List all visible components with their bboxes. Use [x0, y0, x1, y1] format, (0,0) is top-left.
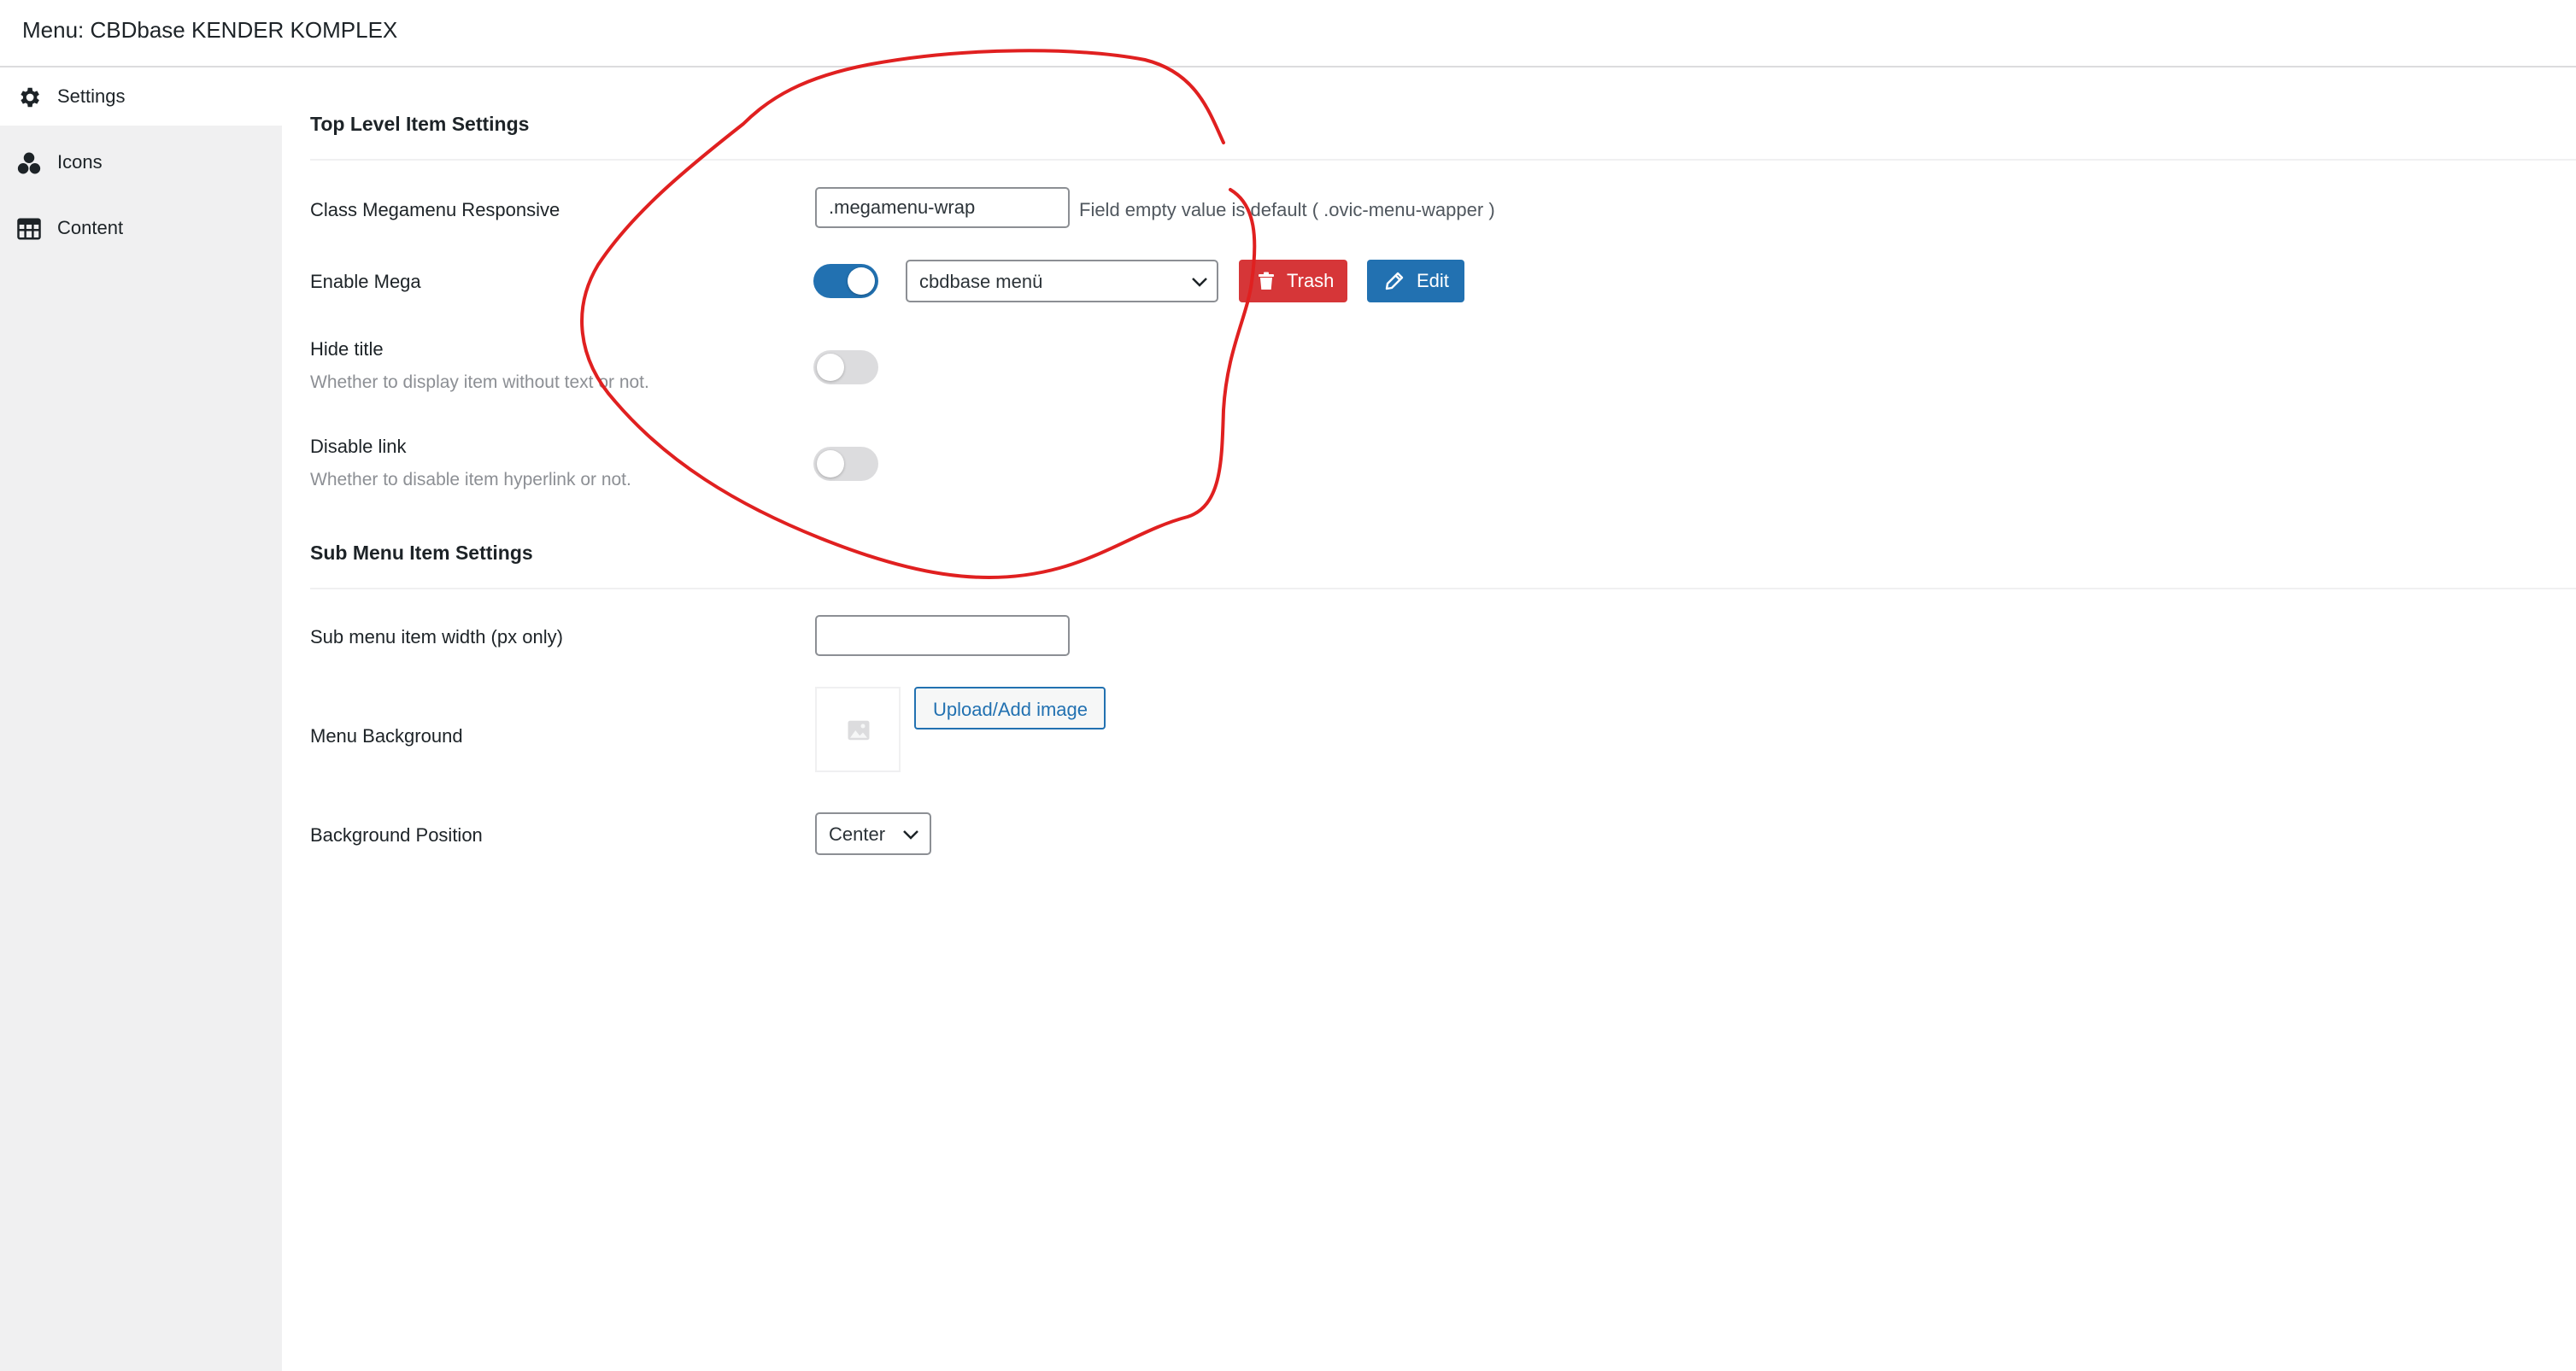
enable-mega-toggle[interactable] [813, 264, 878, 298]
sub-menu-section-title: Sub Menu Item Settings [310, 542, 533, 564]
class-megamenu-label: Class Megamenu Responsive [310, 199, 560, 220]
disable-link-toggle[interactable] [813, 447, 878, 481]
background-position-select[interactable]: Center [815, 812, 931, 855]
background-position-label: Background Position [310, 824, 483, 846]
trash-button-label: Trash [1287, 270, 1335, 291]
background-image-preview [815, 687, 901, 772]
toggle-knob [817, 354, 844, 381]
edit-button[interactable]: Edit [1367, 260, 1464, 302]
disable-link-description: Whether to disable item hyperlink or not… [310, 470, 631, 489]
image-placeholder-icon [848, 720, 870, 741]
sidebar-item-label: Icons [57, 151, 103, 173]
pencil-icon [1385, 272, 1404, 290]
sidebar-item-label: Settings [57, 85, 126, 107]
class-megamenu-hint: Field empty value is default ( .ovic-men… [1079, 199, 1495, 220]
hide-title-label: Hide title [310, 338, 384, 360]
trash-button[interactable]: Trash [1239, 260, 1347, 302]
background-position-selected: Center [829, 823, 886, 845]
menu-background-label: Menu Background [310, 725, 463, 747]
gear-icon [21, 87, 39, 108]
toggle-knob [817, 450, 844, 478]
upload-image-label: Upload/Add image [933, 699, 1088, 720]
sidebar-item-label: Content [57, 217, 124, 238]
upload-image-button[interactable]: Upload/Add image [914, 687, 1106, 729]
sub-menu-width-label: Sub menu item width (px only) [310, 626, 563, 647]
sidebar: Settings Icons Content [0, 67, 282, 1371]
top-level-section-title: Top Level Item Settings [310, 113, 530, 135]
class-megamenu-input[interactable] [815, 187, 1070, 228]
sub-menu-width-input[interactable] [815, 615, 1070, 656]
page-title: Menu: CBDbase KENDER KOMPLEX [22, 17, 398, 43]
chevron-down-icon [1192, 278, 1207, 287]
disable-link-label: Disable link [310, 436, 407, 457]
toggle-knob [848, 267, 875, 295]
sidebar-item-content[interactable]: Content [0, 199, 282, 257]
table-icon [17, 218, 41, 240]
section-divider [310, 159, 2576, 161]
hide-title-toggle[interactable] [813, 350, 878, 384]
page-header: Menu: CBDbase KENDER KOMPLEX [0, 0, 2576, 67]
enable-mega-label: Enable Mega [310, 271, 421, 292]
edit-button-label: Edit [1417, 270, 1449, 291]
chevron-down-icon [903, 830, 918, 840]
circles-icon [17, 152, 41, 174]
trash-icon [1259, 272, 1274, 290]
section-divider [310, 588, 2576, 589]
sidebar-item-icons[interactable]: Icons [0, 133, 282, 191]
mega-menu-select[interactable]: cbdbase menü [906, 260, 1218, 302]
mega-menu-selected: cbdbase menü [919, 271, 1043, 292]
sidebar-item-settings[interactable]: Settings [0, 67, 282, 126]
hide-title-description: Whether to display item without text or … [310, 372, 649, 392]
